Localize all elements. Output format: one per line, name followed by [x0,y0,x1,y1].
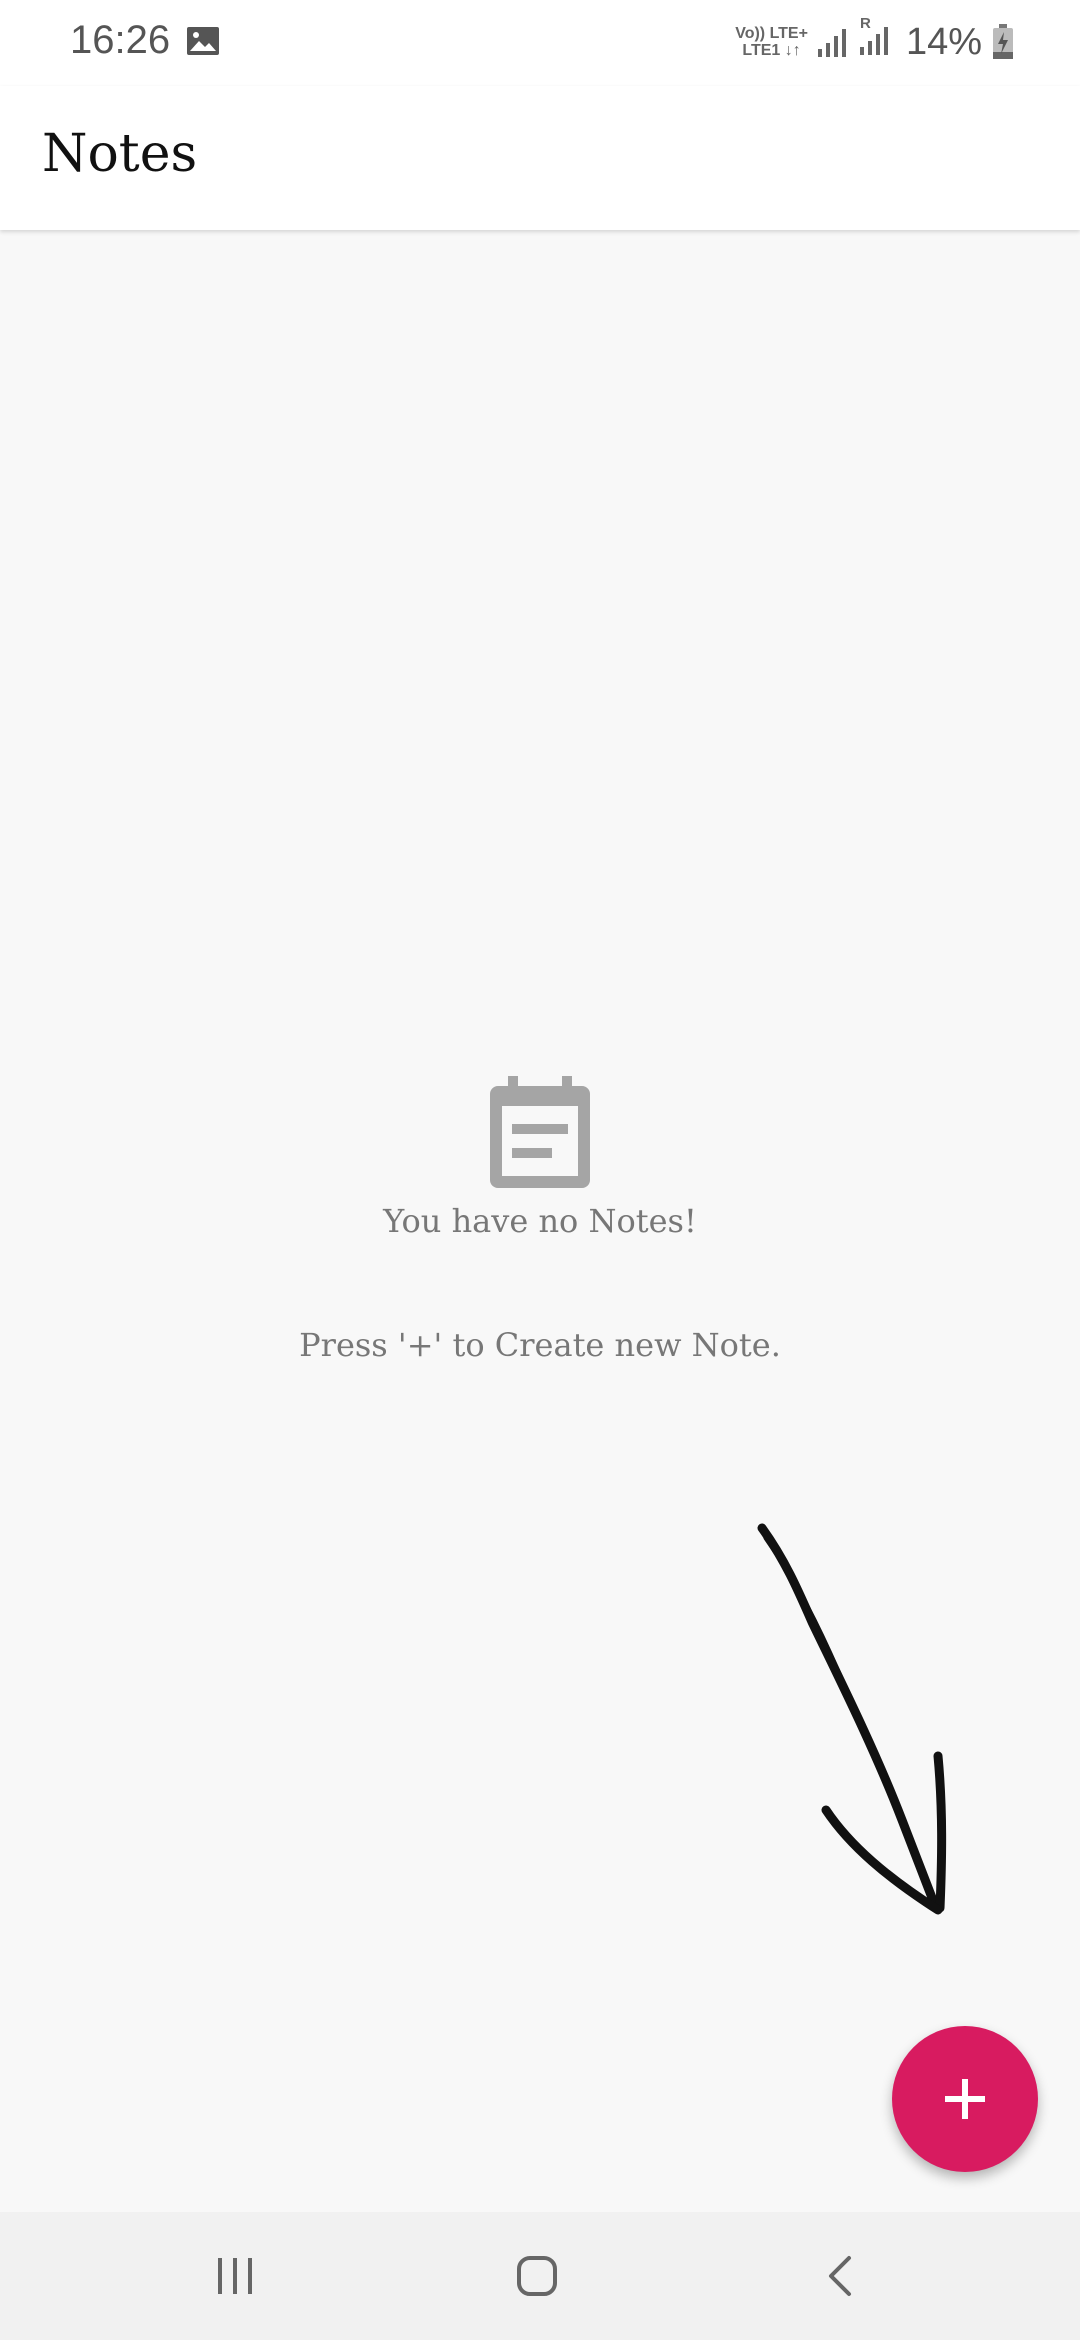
home-icon [517,2256,557,2296]
battery-charging-icon [993,24,1013,59]
add-note-button[interactable] [892,2026,1038,2172]
status-bar: 16:26 Vo)) LTE+ LTE1 ↓↑ R 14% [0,0,1080,86]
signal-icon [817,29,846,57]
battery-percent: 14% [905,20,982,63]
status-time: 16:26 [70,18,171,62]
network-line-2: LTE1 ↓↑ [742,42,801,59]
app-bar: Notes [0,86,1080,230]
recents-button[interactable] [190,2238,280,2314]
page-title: Notes [42,124,198,184]
empty-state-hint: Press '+' to Create new Note. [299,1326,781,1364]
recents-icon [218,2258,252,2294]
back-icon [829,2256,851,2296]
status-icons: Vo)) LTE+ LTE1 ↓↑ R 14% [735,14,1014,70]
back-button[interactable] [796,2238,886,2314]
notes-screen: 16:26 Vo)) LTE+ LTE1 ↓↑ R 14% Notes You … [0,0,1080,2340]
empty-state-title: You have no Notes! [383,1202,697,1240]
network-line-1: Vo)) LTE+ [735,25,808,42]
navigation-bar [0,2212,1080,2340]
add-icon [945,2079,985,2119]
roaming-signal: R [858,15,900,61]
network-indicator: Vo)) LTE+ LTE1 ↓↑ [735,25,808,59]
home-button[interactable] [492,2238,582,2314]
hand-drawn-arrow-icon [757,1523,947,1915]
note-icon [490,1076,590,1188]
roaming-label: R [859,15,871,32]
gallery-icon [187,27,219,55]
